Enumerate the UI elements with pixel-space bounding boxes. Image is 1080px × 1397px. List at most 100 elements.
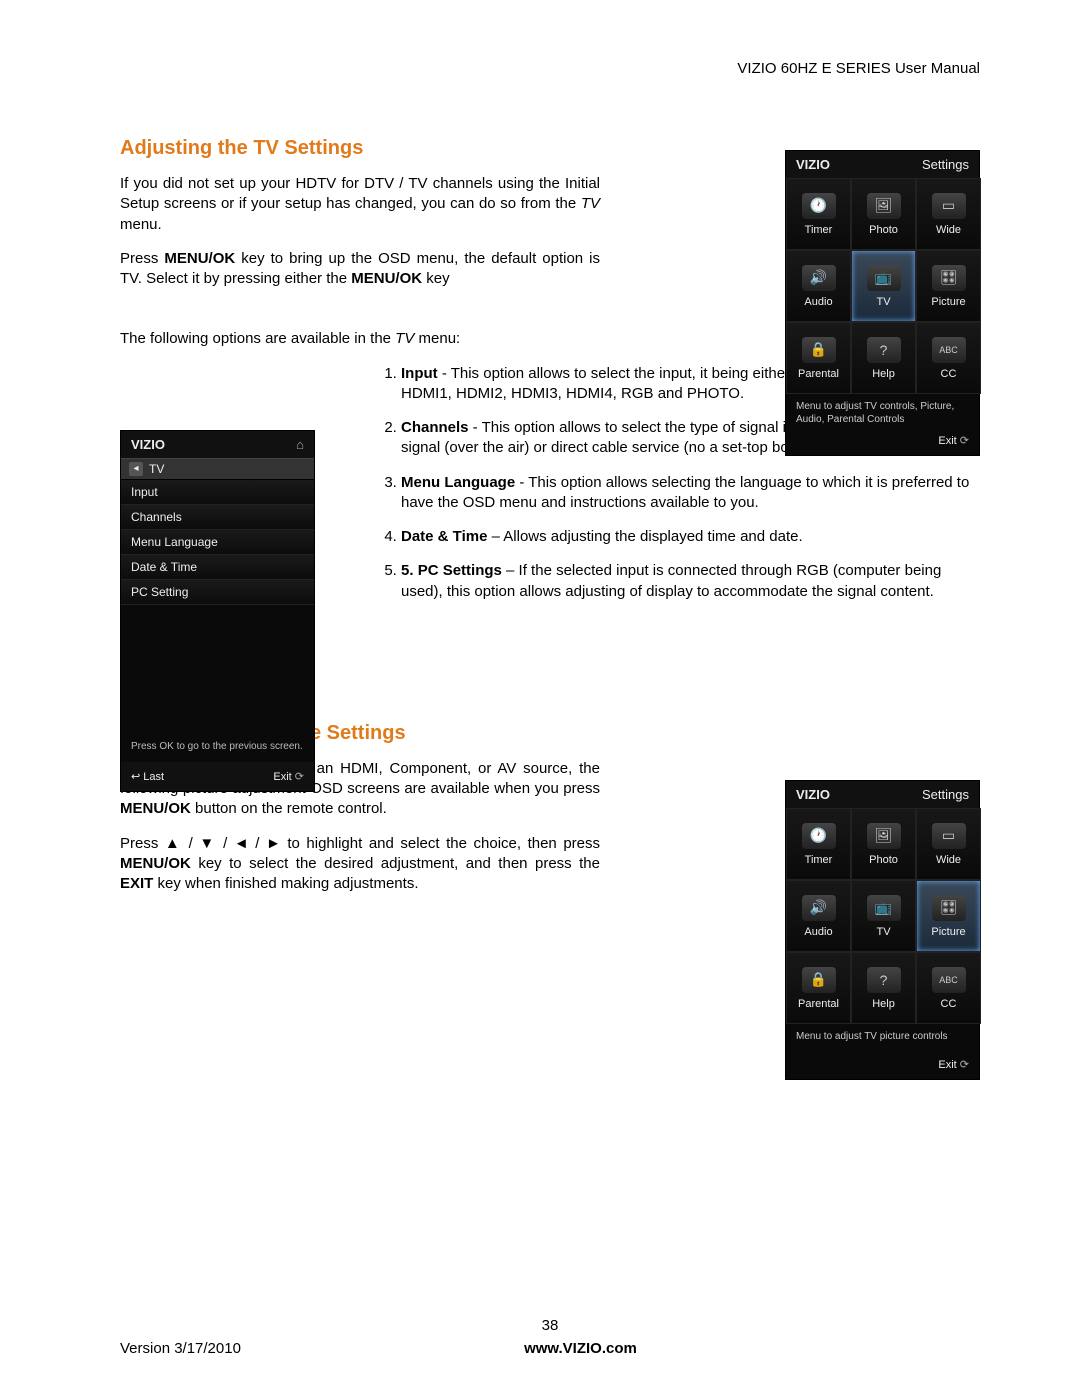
desc: – Allows adjusting the displayed time an…	[487, 528, 802, 545]
label: Wide	[936, 224, 961, 236]
osd-hint: Menu to adjust TV controls, Picture, Aud…	[786, 394, 979, 430]
osd-cell-timer[interactable]: 🕐Timer	[786, 178, 851, 250]
osd-brand: VIZIO	[131, 437, 165, 452]
osd-title: Settings	[922, 157, 969, 172]
tv-icon: 📺	[867, 265, 901, 291]
speaker-icon: 🔊	[802, 265, 836, 291]
label: TV	[876, 926, 890, 938]
lock-icon: 🔒	[802, 967, 836, 993]
osd-cell-cc[interactable]: ABCCC	[916, 322, 981, 394]
para-following: The following options are available in t…	[120, 329, 600, 349]
help-icon: ?	[867, 337, 901, 363]
text: Press	[120, 250, 164, 267]
text-bold: EXIT	[120, 875, 153, 892]
osd-cell-cc[interactable]: ABC CC	[916, 952, 981, 1024]
label: Timer	[805, 854, 833, 866]
osd-cell-help[interactable]: ? Help	[851, 952, 916, 1024]
tv-icon: 📺	[867, 895, 901, 921]
osd-crumb[interactable]: ◂ TV	[121, 458, 314, 480]
text: The following options are available in t…	[120, 330, 395, 347]
option-pc-settings: 5. PC Settings – If the selected input i…	[401, 561, 980, 602]
osd-cell-timer[interactable]: 🕐 Timer	[786, 808, 851, 880]
wide-icon: ▭	[932, 193, 966, 219]
text: button on the remote control.	[191, 800, 387, 817]
photo-icon: 🖼	[867, 823, 901, 849]
label: Photo	[869, 224, 898, 236]
picture-icon: 🎛	[932, 265, 966, 291]
osd-prompt: Press OK to go to the previous screen.	[121, 735, 314, 762]
label: Date & Time	[401, 528, 487, 545]
option-menu-language: Menu Language - This option allows selec…	[401, 473, 980, 514]
osd-cell-picture[interactable]: 🎛 Picture	[916, 250, 981, 322]
osd-cell-parental[interactable]: 🔒Parental	[786, 952, 851, 1024]
osd-cell-wide[interactable]: ▭ Wide	[916, 178, 981, 250]
osd-cell-parental[interactable]: 🔒 Parental	[786, 322, 851, 394]
version-text: Version 3/17/2010	[120, 1340, 241, 1357]
text: key when finished making adjustments.	[153, 875, 418, 892]
label: CC	[941, 998, 957, 1010]
osd-cell-audio[interactable]: 🔊Audio	[786, 250, 851, 322]
text: If you did not set up your HDTV for DTV …	[120, 175, 600, 212]
osd-cell-wide[interactable]: ▭ Wide	[916, 808, 981, 880]
osd-exit[interactable]: Exit	[786, 1054, 979, 1079]
label: Photo	[869, 854, 898, 866]
osd-brand: VIZIO	[796, 157, 830, 172]
osd-cell-photo[interactable]: 🖼 Photo	[851, 178, 916, 250]
text: menu:	[414, 330, 460, 347]
para-pic2: Press ▲ / ▼ / ◄ / ► to highlight and sel…	[120, 834, 600, 895]
label: Picture	[931, 296, 965, 308]
page-footer: 38 Version 3/17/2010 www.VIZIO.com	[120, 1317, 980, 1357]
osd-exit[interactable]: Exit	[273, 770, 304, 783]
label: TV	[876, 296, 890, 308]
text-bold: MENU/OK	[351, 270, 422, 287]
speaker-icon: 🔊	[802, 895, 836, 921]
label: Parental	[798, 368, 839, 380]
osd-cell-tv[interactable]: 📺 TV	[851, 250, 916, 322]
option-date-time: Date & Time – Allows adjusting the displ…	[401, 527, 980, 547]
osd-item-menu-language[interactable]: Menu Language	[121, 530, 314, 555]
home-icon[interactable]: ⌂	[296, 437, 304, 452]
label: Menu Language	[401, 474, 515, 491]
text: key to select the desired adjustment, an…	[191, 855, 600, 872]
osd-item-pc-setting[interactable]: PC Setting	[121, 580, 314, 605]
clock-icon: 🕐	[802, 823, 836, 849]
osd-brand: VIZIO	[796, 787, 830, 802]
clock-icon: 🕐	[802, 193, 836, 219]
osd-cell-audio[interactable]: 🔊 Audio	[786, 880, 851, 952]
label: Help	[872, 368, 895, 380]
crumb-label: TV	[149, 462, 164, 476]
label: Picture	[931, 926, 965, 938]
cc-icon: ABC	[932, 337, 966, 363]
doc-title: VIZIO 60HZ E SERIES User Manual	[737, 60, 980, 77]
label: Audio	[804, 926, 832, 938]
label: Input	[401, 365, 438, 382]
lock-icon: 🔒	[802, 337, 836, 363]
text: menu.	[120, 216, 162, 233]
osd-item-input[interactable]: Input	[121, 480, 314, 505]
osd-cell-photo[interactable]: 🖼 Photo	[851, 808, 916, 880]
osd-item-channels[interactable]: Channels	[121, 505, 314, 530]
doc-header: VIZIO 60HZ E SERIES User Manual	[120, 60, 980, 77]
osd-cell-picture[interactable]: 🎛Picture	[916, 880, 981, 952]
wide-icon: ▭	[932, 823, 966, 849]
para-menukey: Press MENU/OK key to bring up the OSD me…	[120, 249, 600, 290]
osd-exit[interactable]: Exit	[786, 430, 979, 455]
osd-settings-picture: VIZIO Settings 🕐 Timer 🖼 Photo ▭ Wide 🔊 Audi…	[785, 780, 980, 1080]
photo-icon: 🖼	[867, 193, 901, 219]
label: Wide	[936, 854, 961, 866]
back-icon[interactable]: ◂	[129, 462, 143, 476]
cc-icon: ABC	[932, 967, 966, 993]
osd-item-date-time[interactable]: Date & Time	[121, 555, 314, 580]
osd-last[interactable]: Last	[131, 770, 164, 783]
osd-title: Settings	[922, 787, 969, 802]
text-bold: MENU/OK	[164, 250, 235, 267]
help-icon: ?	[867, 967, 901, 993]
text: Press ▲ / ▼ / ◄ / ► to highlight and sel…	[120, 835, 600, 852]
osd-cell-tv[interactable]: 📺 TV	[851, 880, 916, 952]
label: PC Settings	[418, 562, 502, 579]
label: Help	[872, 998, 895, 1010]
osd-cell-help[interactable]: ? Help	[851, 322, 916, 394]
text: key	[422, 270, 450, 287]
text-bold: MENU/OK	[120, 855, 191, 872]
osd-tv-menu: VIZIO ⌂ ◂ TV Input Channels Menu Languag…	[120, 430, 315, 792]
